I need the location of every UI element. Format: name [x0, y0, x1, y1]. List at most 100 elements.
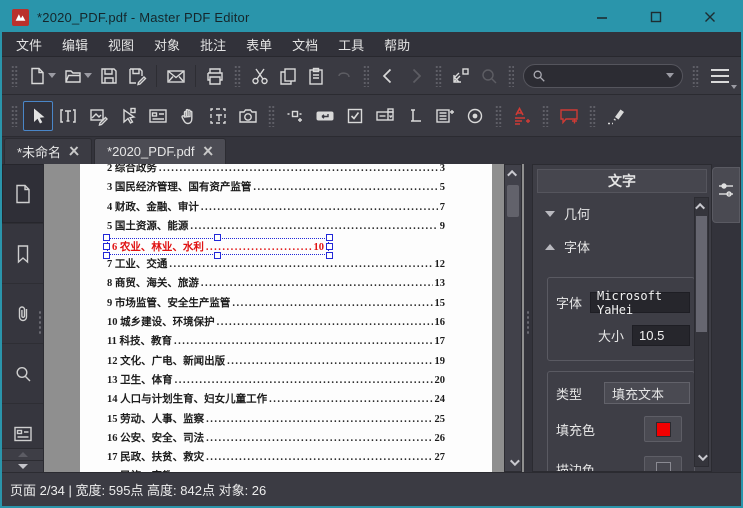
toc-line-selected[interactable]: 6 农业、林业、水利..............................…: [103, 234, 333, 260]
section-font[interactable]: 字体: [533, 230, 711, 263]
sidebar-splitter-handle[interactable]: [38, 310, 42, 336]
type-dropdown[interactable]: 填充文本: [604, 382, 690, 404]
snapshot-tool-button[interactable]: [233, 101, 263, 131]
save-as-button[interactable]: [123, 61, 151, 91]
back-button[interactable]: [374, 61, 402, 91]
selection-handle-ne[interactable]: [326, 234, 333, 242]
search-sidebar-button[interactable]: [2, 344, 43, 404]
pdf-page[interactable]: 2 综合政务..................................…: [80, 164, 492, 472]
button-field-tool-button[interactable]: [310, 101, 340, 131]
search-input[interactable]: [546, 68, 667, 83]
toolbar-grip[interactable]: [11, 104, 18, 127]
toc-line[interactable]: 2 综合政务..................................…: [107, 164, 445, 179]
search-box[interactable]: [523, 63, 684, 88]
toc-line[interactable]: 16 公安、安全、司法.............................…: [107, 430, 445, 449]
selection-handle-nw[interactable]: [103, 234, 110, 242]
tab-2020-pdf[interactable]: *2020_PDF.pdf: [94, 138, 226, 164]
menu-annotate[interactable]: 批注: [190, 32, 236, 57]
toc-line[interactable]: 3 国民经济管理、国有资产监管.........................…: [107, 179, 445, 198]
tab-close-icon[interactable]: [69, 144, 79, 159]
toolbar-grip[interactable]: [435, 64, 442, 87]
add-sticky-note-tool-button[interactable]: [554, 101, 584, 131]
panel-scroll-down-button[interactable]: [695, 450, 708, 465]
selection-handle-sw[interactable]: [103, 252, 110, 260]
edit-path-tool-button[interactable]: [113, 101, 143, 131]
menu-file[interactable]: 文件: [6, 32, 52, 57]
scrollbar-thumb[interactable]: [507, 185, 519, 217]
new-document-button[interactable]: [23, 61, 51, 91]
toc-line[interactable]: 14 人口与计划生育、妇女儿童工作.......................…: [107, 391, 445, 410]
toolbar-grip[interactable]: [692, 64, 699, 87]
toc-line[interactable]: 12 文化、广电、新闻出版...........................…: [107, 353, 445, 372]
cut-button[interactable]: [246, 61, 274, 91]
toolbar-grip[interactable]: [362, 64, 370, 87]
panel-scrollbar[interactable]: [694, 197, 709, 467]
print-button[interactable]: [201, 61, 229, 91]
sidebar-scroll-down-button[interactable]: [2, 460, 43, 472]
combobox-field-tool-button[interactable]: [370, 101, 400, 131]
toc-line[interactable]: 13 卫生、体育................................…: [107, 372, 445, 391]
eraser-tool-button[interactable]: [601, 101, 631, 131]
menu-help[interactable]: 帮助: [374, 32, 420, 57]
toolbar-grip[interactable]: [507, 64, 515, 87]
menu-document[interactable]: 文档: [282, 32, 328, 57]
radio-field-tool-button[interactable]: [460, 101, 490, 131]
toc-line[interactable]: 9 市场监管、安全生产监管...........................…: [107, 295, 445, 314]
panel-splitter[interactable]: [524, 164, 532, 472]
toc-line[interactable]: 17 民政、扶贫、救灾.............................…: [107, 449, 445, 468]
menu-tools[interactable]: 工具: [328, 32, 374, 57]
bookmarks-button[interactable]: [2, 224, 43, 284]
search-dropdown-icon[interactable]: [666, 73, 675, 78]
toc-line[interactable]: 11 科技、教育................................…: [107, 333, 445, 352]
zoom-tool-button[interactable]: [475, 61, 503, 91]
fill-color-button[interactable]: [644, 416, 682, 442]
edit-text-tool-button[interactable]: [53, 101, 83, 131]
menu-object[interactable]: 对象: [144, 32, 190, 57]
email-button[interactable]: [162, 61, 190, 91]
main-menu-button[interactable]: [704, 61, 738, 91]
menu-view[interactable]: 视图: [98, 32, 144, 57]
font-size-field[interactable]: 10.5: [632, 325, 690, 346]
fit-selection-button[interactable]: [447, 61, 475, 91]
document-scrollbar[interactable]: [504, 164, 522, 472]
toolbar-grip[interactable]: [495, 104, 502, 127]
add-form-field-tool-button[interactable]: [280, 101, 310, 131]
minimize-button[interactable]: [587, 6, 617, 28]
paste-button[interactable]: [302, 61, 330, 91]
panel-scroll-up-button[interactable]: [695, 199, 708, 214]
panel-scrollbar-thumb[interactable]: [696, 216, 707, 332]
add-text-tool-button[interactable]: [507, 101, 537, 131]
open-file-button[interactable]: [59, 61, 87, 91]
toc-line[interactable]: 5 国土资源、能源...............................…: [107, 218, 445, 237]
selection-handle-se[interactable]: [326, 252, 333, 260]
toc-line[interactable]: 15 劳动、人事、监察.............................…: [107, 411, 445, 430]
panel-splitter-handle[interactable]: [526, 310, 530, 336]
save-button[interactable]: [95, 61, 123, 91]
maximize-button[interactable]: [641, 6, 671, 28]
page-thumbnails-button[interactable]: [2, 164, 43, 224]
select-tool-button[interactable]: [23, 100, 53, 131]
text-field-tool-button[interactable]: [400, 101, 430, 131]
selection-handle-e[interactable]: [326, 242, 333, 250]
close-button[interactable]: [695, 6, 725, 28]
toc-line[interactable]: 18 民族、宗教................................…: [107, 468, 445, 472]
select-text-tool-button[interactable]: [203, 101, 233, 131]
toc-line[interactable]: 10 城乡建设、环境保护............................…: [107, 314, 445, 333]
scroll-down-button[interactable]: [505, 455, 521, 470]
toc-line[interactable]: 8 商贸、海关、旅游..............................…: [107, 275, 445, 294]
toc-line[interactable]: 7 工业、交通.................................…: [107, 256, 445, 275]
sidebar-scroll-up-button[interactable]: [2, 448, 43, 460]
hand-tool-button[interactable]: [173, 101, 203, 131]
edit-image-tool-button[interactable]: [83, 101, 113, 131]
menu-forms[interactable]: 表单: [236, 32, 282, 57]
scroll-up-button[interactable]: [505, 166, 521, 181]
selection-handle-s[interactable]: [214, 252, 221, 260]
font-name-field[interactable]: Microsoft YaHei: [590, 289, 690, 317]
selection-handle-w[interactable]: [103, 242, 110, 250]
section-geometry[interactable]: 几何: [533, 197, 711, 230]
toolbar-grip[interactable]: [268, 104, 275, 127]
selection-handle-n[interactable]: [214, 234, 221, 242]
menu-edit[interactable]: 编辑: [52, 32, 98, 57]
forward-button[interactable]: [402, 61, 430, 91]
toc-line[interactable]: 4 财政、金融、审计..............................…: [107, 199, 445, 218]
